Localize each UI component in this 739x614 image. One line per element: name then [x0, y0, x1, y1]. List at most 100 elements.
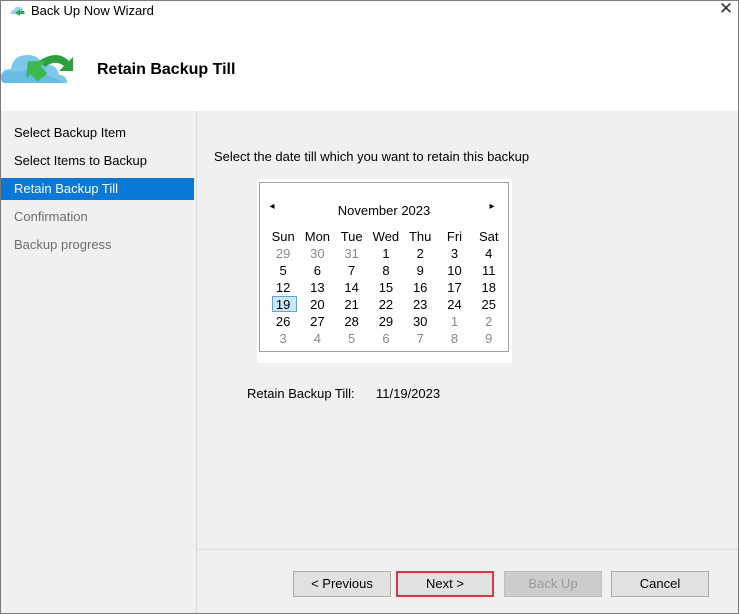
cancel-button[interactable]: Cancel: [611, 571, 709, 597]
calendar-day[interactable]: 8: [369, 262, 403, 279]
previous-button[interactable]: < Previous: [293, 571, 391, 597]
wizard-header: Retain Backup Till: [1, 23, 738, 111]
step-backup-progress: Backup progress: [14, 237, 112, 252]
calendar-day-number: 29: [378, 314, 394, 329]
calendar-day[interactable]: 25: [472, 296, 506, 313]
calendar-day[interactable]: 28: [335, 313, 369, 330]
wizard-window: Back Up Now Wizard ✕ Retain Backup Till …: [0, 0, 739, 614]
calendar-day[interactable]: 10: [437, 262, 471, 279]
calendar-day[interactable]: 6: [369, 330, 403, 347]
calendar-day-number: 15: [378, 280, 394, 295]
calendar-day-number: 6: [382, 331, 390, 346]
wizard-footer: < Previous Next > Back Up Cancel: [197, 549, 738, 613]
title-bar: Back Up Now Wizard ✕: [1, 1, 738, 23]
calendar-day[interactable]: 24: [437, 296, 471, 313]
window-title: Back Up Now Wizard: [31, 3, 154, 18]
calendar-day[interactable]: 4: [472, 245, 506, 262]
calendar-day-number: 21: [344, 297, 359, 312]
calendar-day-number: 2: [416, 246, 424, 261]
calendar-day[interactable]: 26: [266, 313, 300, 330]
calendar-day-number: 30: [310, 246, 325, 261]
calendar-day[interactable]: 1: [437, 313, 471, 330]
calendar-day[interactable]: 30: [300, 245, 334, 262]
calendar-day[interactable]: 29: [266, 245, 300, 262]
calendar-day[interactable]: 29: [369, 313, 403, 330]
calendar-day-number: 1: [450, 314, 459, 329]
calendar-day-number: 8: [450, 331, 459, 346]
month-calendar[interactable]: ◂ November 2023 ▸ Sun Mon Tue Wed Thu Fr…: [259, 182, 509, 352]
instruction-text: Select the date till which you want to r…: [214, 149, 530, 164]
weekday-label: Fri: [446, 229, 463, 244]
calendar-day[interactable]: 1: [369, 245, 403, 262]
calendar-day[interactable]: 8: [437, 330, 471, 347]
calendar-day[interactable]: 16: [403, 279, 437, 296]
calendar-day[interactable]: 15: [369, 279, 403, 296]
step-select-backup-item[interactable]: Select Backup Item: [1, 122, 194, 144]
calendar-day[interactable]: 3: [266, 330, 300, 347]
wizard-steps-sidebar: Select Backup Item Select Items to Backu…: [1, 111, 197, 613]
calendar-day[interactable]: 5: [335, 330, 369, 347]
calendar-day[interactable]: 14: [335, 279, 369, 296]
calendar-weeks: 29 30 31 1 2 3 4 5 6 7 8 9 10 11 12 13 14 15 16 17 18 19 20 21 2…: [266, 245, 506, 347]
backup-app-icon: [10, 6, 26, 16]
step-retain-backup-till[interactable]: Retain Backup Till: [1, 178, 194, 200]
step-select-items-to-backup[interactable]: Select Items to Backup: [1, 150, 194, 172]
calendar-week-row: 3 4 5 6 7 8 9: [266, 330, 506, 347]
wizard-content: Select the date till which you want to r…: [197, 111, 738, 549]
calendar-day-number: 7: [416, 331, 424, 346]
calendar-day[interactable]: 12: [266, 279, 300, 296]
calendar-day-number: 20: [310, 297, 325, 312]
calendar-day[interactable]: 13: [300, 279, 334, 296]
calendar-day-number: 1: [382, 246, 390, 261]
calendar-day-selected[interactable]: 19: [266, 296, 300, 313]
page-title: Retain Backup Till: [97, 61, 236, 78]
calendar-day[interactable]: 9: [403, 262, 437, 279]
calendar-day[interactable]: 7: [335, 262, 369, 279]
calendar-day[interactable]: 9: [472, 330, 506, 347]
calendar-day-number: 14: [344, 280, 359, 295]
calendar-day-number: 22: [378, 297, 394, 312]
weekday-label: Thu: [408, 229, 432, 244]
backup-button: Back Up: [504, 571, 602, 597]
calendar-day[interactable]: 22: [369, 296, 403, 313]
calendar-day-number: 31: [344, 246, 359, 261]
calendar-day-number: 11: [481, 263, 496, 278]
calendar-day[interactable]: 6: [300, 262, 334, 279]
calendar-day-number: 3: [450, 246, 459, 261]
calendar-week-row: 19 20 21 22 23 24 25: [266, 296, 506, 313]
calendar-day-number: 30: [412, 314, 428, 329]
calendar-week-row: 26 27 28 29 30 1 2: [266, 313, 506, 330]
close-icon[interactable]: ✕: [716, 1, 736, 19]
calendar-day-number: 9: [416, 263, 424, 278]
calendar-day[interactable]: 2: [403, 245, 437, 262]
calendar-day[interactable]: 3: [437, 245, 471, 262]
calendar-week-row: 12 13 14 15 16 17 18: [266, 279, 506, 296]
calendar-day-number: 7: [348, 263, 356, 278]
calendar-day-number: 10: [447, 263, 462, 278]
next-month-icon[interactable]: ▸: [486, 201, 498, 213]
calendar-day[interactable]: 20: [300, 296, 334, 313]
calendar-day[interactable]: 2: [472, 313, 506, 330]
calendar-day-number: 24: [447, 297, 462, 312]
calendar-day[interactable]: 31: [335, 245, 369, 262]
calendar-day[interactable]: 4: [300, 330, 334, 347]
calendar-day[interactable]: 23: [403, 296, 437, 313]
calendar-day[interactable]: 11: [472, 262, 506, 279]
next-button[interactable]: Next >: [396, 571, 494, 597]
calendar-day[interactable]: 7: [403, 330, 437, 347]
calendar-day-number: 13: [310, 280, 325, 295]
calendar-day-number: 3: [279, 331, 287, 346]
calendar-day[interactable]: 5: [266, 262, 300, 279]
calendar-day[interactable]: 17: [437, 279, 471, 296]
calendar-month-title[interactable]: November 2023: [260, 203, 508, 218]
calendar-day[interactable]: 18: [472, 279, 506, 296]
calendar-weekday-header: Sun Mon Tue Wed Thu Fri Sat: [266, 228, 506, 245]
cloud-backup-icon: [1, 55, 73, 83]
calendar-day[interactable]: 27: [300, 313, 334, 330]
retain-till-value: 11/19/2023: [376, 386, 441, 401]
calendar-day[interactable]: 21: [335, 296, 369, 313]
calendar-day[interactable]: 30: [403, 313, 437, 330]
weekday-label: Mon: [304, 229, 331, 244]
calendar-day-number: 25: [481, 297, 496, 312]
calendar-day-number: 23: [412, 297, 428, 312]
